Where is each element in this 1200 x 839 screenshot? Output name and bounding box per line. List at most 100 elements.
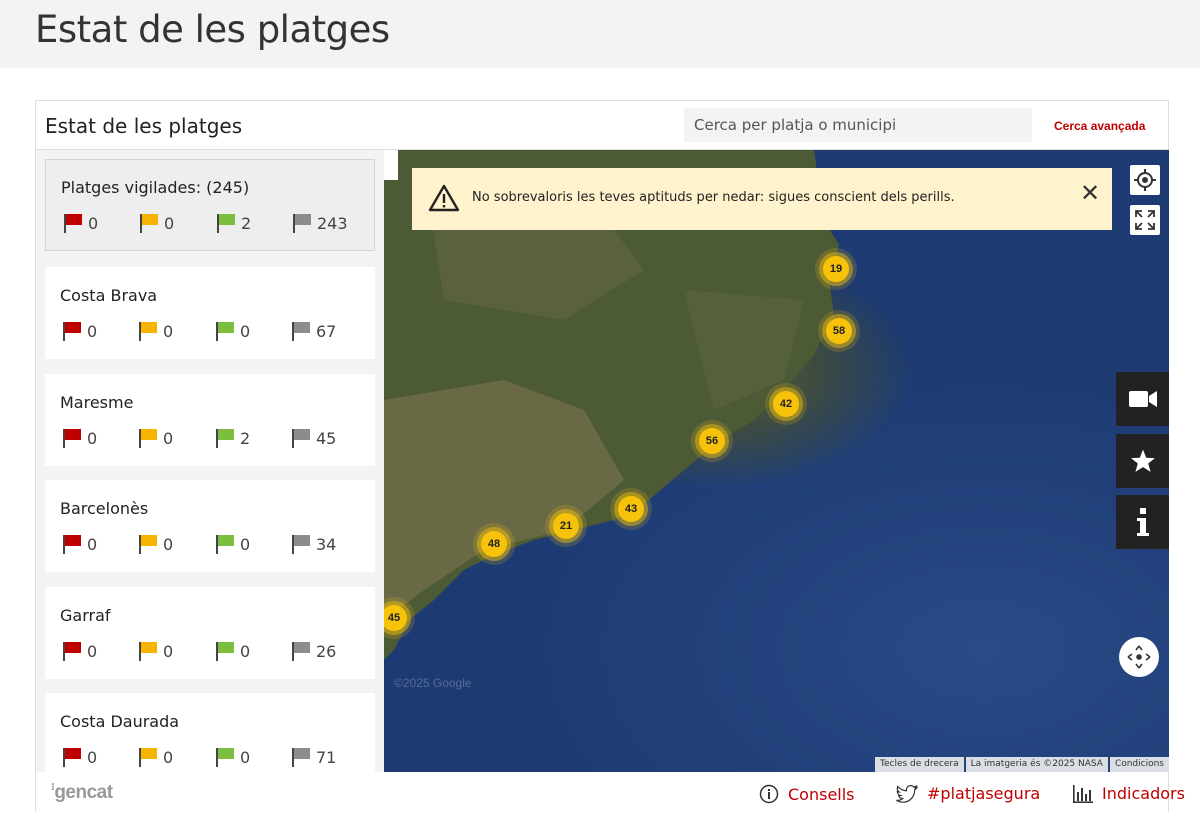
green-flag-count: 0 xyxy=(214,746,250,768)
yellow-flag-icon xyxy=(139,429,157,448)
map-attribution: Tecles de drecera La imatgeria és ©2025 … xyxy=(873,757,1169,772)
region-card[interactable]: Garraf 0 0 0 26 xyxy=(45,587,375,679)
terms-link[interactable]: Condicions xyxy=(1109,757,1169,772)
info-icon xyxy=(1136,508,1149,536)
twitter-icon xyxy=(896,784,918,803)
red-flag-count: 0 xyxy=(61,320,97,342)
green-flag-count: 0 xyxy=(214,533,250,555)
safety-alert: No sobrevaloris les teves aptituds per n… xyxy=(412,168,1112,230)
region-name: Costa Brava xyxy=(60,286,158,305)
fullscreen-button[interactable] xyxy=(1130,205,1160,235)
red-flag-count: 0 xyxy=(62,212,98,234)
grey-flag-icon xyxy=(292,748,310,767)
beach-cluster-marker[interactable]: 21 xyxy=(553,513,579,539)
indicators-link[interactable]: Indicadors xyxy=(1073,784,1185,803)
summary-card[interactable]: Platges vigilades: (245) 0 0 2 243 xyxy=(45,159,375,251)
yellow-flag-count: 0 xyxy=(137,320,173,342)
alert-message: No sobrevaloris les teves aptituds per n… xyxy=(472,190,955,205)
flag-counts: 0 0 0 26 xyxy=(61,640,371,662)
grey-flag-icon xyxy=(292,535,310,554)
flag-counts: 0 0 2 45 xyxy=(61,427,371,449)
gencat-logo: ⁝gencat xyxy=(51,782,113,803)
region-name: Barcelonès xyxy=(60,499,149,518)
close-icon[interactable]: ✕ xyxy=(1078,182,1102,206)
beach-cluster-marker[interactable]: 48 xyxy=(481,531,507,557)
map-scroll-tab xyxy=(384,150,398,180)
green-flag-count: 2 xyxy=(215,212,251,234)
fullscreen-icon xyxy=(1135,210,1155,230)
page-title: Estat de les platges xyxy=(35,8,390,51)
recenter-button[interactable] xyxy=(1119,637,1159,677)
green-flag-icon xyxy=(216,535,234,554)
grey-flag-icon xyxy=(292,642,310,661)
yellow-flag-count: 0 xyxy=(137,427,173,449)
widget-title: Estat de les platges xyxy=(45,114,243,138)
imagery-credit: La imatgeria és ©2025 NASA xyxy=(965,757,1108,772)
yellow-flag-count: 0 xyxy=(137,533,173,555)
info-circle-icon xyxy=(759,784,779,804)
region-card[interactable]: Costa Brava 0 0 0 67 xyxy=(45,267,375,359)
red-flag-count: 0 xyxy=(61,746,97,768)
flag-counts: 0 0 0 71 xyxy=(61,746,371,768)
red-flag-icon xyxy=(63,322,81,341)
grey-flag-count: 71 xyxy=(290,746,336,768)
beach-cluster-marker[interactable]: 56 xyxy=(699,428,725,454)
beach-widget: Estat de les platges Cerca per platja o … xyxy=(35,100,1185,812)
beach-cluster-marker[interactable]: 43 xyxy=(618,496,644,522)
grey-flag-icon xyxy=(292,322,310,341)
info-button[interactable] xyxy=(1116,495,1169,549)
region-card[interactable]: Costa Daurada 0 0 0 71 xyxy=(45,693,375,772)
favorites-button[interactable] xyxy=(1116,434,1169,488)
locate-button[interactable] xyxy=(1130,165,1160,195)
yellow-flag-icon xyxy=(140,214,158,233)
region-name: Maresme xyxy=(60,393,134,412)
advice-link[interactable]: Consells xyxy=(759,784,855,804)
red-flag-icon xyxy=(63,429,81,448)
search-input[interactable]: Cerca per platja o municipi xyxy=(684,108,1032,142)
widget-footer: ⁝gencat Consells #platjasegura Indicador… xyxy=(36,772,1185,812)
crosshair-icon xyxy=(1134,169,1156,191)
bar-chart-icon xyxy=(1073,784,1093,803)
red-flag-icon xyxy=(63,535,81,554)
beach-cluster-marker[interactable]: 58 xyxy=(826,318,852,344)
flag-counts: 0 0 0 34 xyxy=(61,533,371,555)
regions-sidebar[interactable]: Platges vigilades: (245) 0 0 2 243 Costa… xyxy=(36,150,384,772)
yellow-flag-count: 0 xyxy=(137,746,173,768)
map-watermark: ©2025 Google xyxy=(394,676,472,690)
green-flag-count: 0 xyxy=(214,640,250,662)
yellow-flag-count: 0 xyxy=(137,640,173,662)
green-flag-icon xyxy=(216,322,234,341)
green-flag-icon xyxy=(217,214,235,233)
widget-header: Estat de les platges Cerca per platja o … xyxy=(36,101,1168,150)
flag-counts: 0 0 0 67 xyxy=(61,320,371,342)
red-flag-count: 0 xyxy=(61,640,97,662)
green-flag-count: 0 xyxy=(214,320,250,342)
red-flag-icon xyxy=(64,214,82,233)
satellite-map[interactable]: No sobrevaloris les teves aptituds per n… xyxy=(384,150,1169,772)
advanced-search-link[interactable]: Cerca avançada xyxy=(1054,119,1145,133)
green-flag-icon xyxy=(216,429,234,448)
keyboard-shortcuts-link[interactable]: Tecles de drecera xyxy=(875,757,964,772)
red-flag-count: 0 xyxy=(61,533,97,555)
yellow-flag-icon xyxy=(139,535,157,554)
red-flag-icon xyxy=(63,642,81,661)
star-icon xyxy=(1130,449,1155,472)
grey-flag-count: 243 xyxy=(291,212,348,234)
region-card[interactable]: Barcelonès 0 0 0 34 xyxy=(45,480,375,572)
grey-flag-count: 34 xyxy=(290,533,336,555)
flag-counts: 0 0 2 243 xyxy=(62,212,372,234)
hashtag-link[interactable]: #platjasegura xyxy=(896,784,1040,803)
camera-button[interactable] xyxy=(1116,372,1169,426)
yellow-flag-icon xyxy=(139,642,157,661)
grey-flag-icon xyxy=(292,429,310,448)
move-arrows-icon xyxy=(1127,645,1151,669)
summary-title: Platges vigilades: (245) xyxy=(61,178,250,197)
region-card[interactable]: Maresme 0 0 2 45 xyxy=(45,374,375,466)
warning-icon xyxy=(428,184,460,212)
camera-icon xyxy=(1128,391,1157,407)
yellow-flag-icon xyxy=(139,748,157,767)
beach-cluster-marker[interactable]: 19 xyxy=(823,256,849,282)
region-name: Costa Daurada xyxy=(60,712,180,731)
red-flag-count: 0 xyxy=(61,427,97,449)
beach-cluster-marker[interactable]: 42 xyxy=(773,391,799,417)
